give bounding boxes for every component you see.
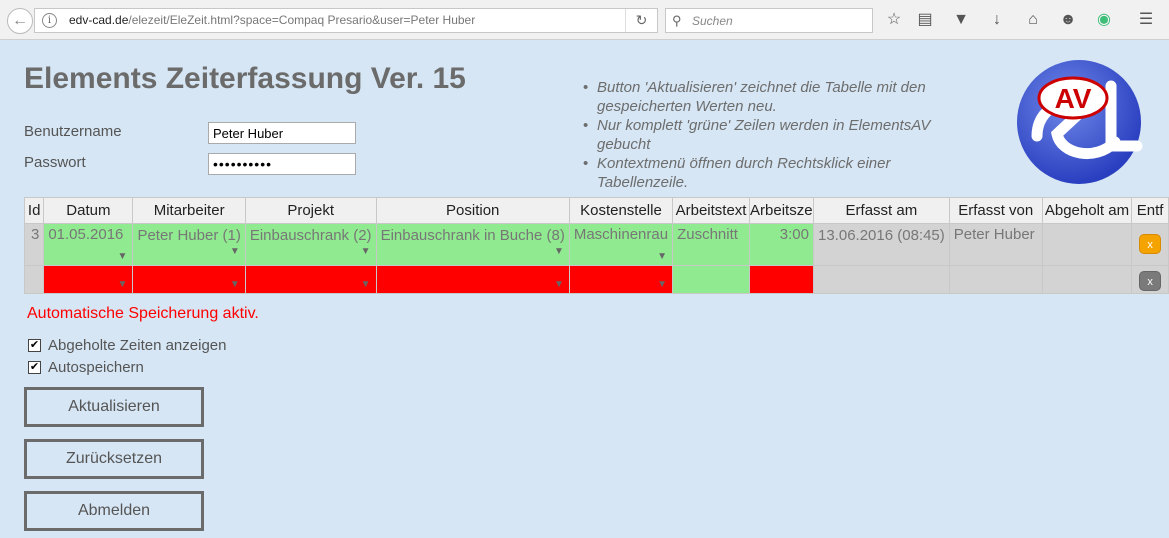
time-entry-table: Id Datum Mitarbeiter Projekt Position Ko… bbox=[23, 197, 1169, 294]
extension-icon[interactable]: ◉ bbox=[1093, 9, 1115, 31]
dropdown-arrow-icon[interactable]: ▼ bbox=[118, 279, 128, 290]
menu-icon[interactable]: ☰ bbox=[1135, 9, 1157, 31]
cell-abgeholt-am bbox=[1041, 223, 1133, 266]
search-bar[interactable]: ⚲ Suchen bbox=[665, 8, 873, 33]
cell-position-value: Einbauschrank in Buche (8) bbox=[380, 227, 565, 244]
cell-kostenstelle[interactable]: ▼ bbox=[568, 265, 674, 294]
chat-icon[interactable]: ☻ bbox=[1057, 9, 1079, 31]
home-icon[interactable]: ⌂ bbox=[1022, 9, 1044, 31]
column-header-mitarbeiter[interactable]: Mitarbeiter bbox=[132, 197, 246, 224]
delete-row-button[interactable]: x bbox=[1139, 271, 1162, 291]
reset-button[interactable]: Zurücksetzen bbox=[24, 439, 204, 479]
cell-erfasst-von bbox=[948, 265, 1043, 294]
dropdown-arrow-icon[interactable]: ▼ bbox=[554, 279, 564, 290]
dropdown-arrow-icon[interactable]: ▼ bbox=[554, 242, 564, 262]
hint-list: Button 'Aktualisieren' zeichnet die Tabe… bbox=[583, 78, 983, 192]
column-header-abgeholt-am[interactable]: Abgeholt am bbox=[1041, 197, 1133, 224]
cell-datum-value: 01.05.2016 bbox=[48, 226, 124, 243]
logo-text: AV bbox=[1055, 83, 1092, 114]
cell-datum[interactable]: ▼ bbox=[43, 265, 134, 294]
url-text: edv-cad.de/elezeit/EleZeit.html?space=Co… bbox=[69, 13, 475, 27]
reading-list-icon[interactable]: ▤ bbox=[914, 9, 936, 31]
dropdown-arrow-icon[interactable]: ▼ bbox=[361, 279, 371, 290]
pocket-icon[interactable]: ▼ bbox=[950, 9, 972, 31]
elements-av-logo: AV bbox=[1017, 60, 1143, 184]
username-label: Benutzername bbox=[24, 123, 122, 140]
autosave-label[interactable]: Autospeichern bbox=[48, 359, 144, 376]
dropdown-arrow-icon[interactable]: ▼ bbox=[657, 251, 667, 262]
username-field[interactable] bbox=[208, 122, 356, 144]
cell-kostenstelle-value: Maschinenrau bbox=[573, 226, 669, 243]
cell-position[interactable]: ▼ bbox=[375, 265, 570, 294]
column-header-entf[interactable]: Entf bbox=[1131, 197, 1169, 224]
cell-projekt[interactable]: Einbauschrank (2) ▼ bbox=[244, 223, 377, 266]
cell-arbeitszeit[interactable]: 3:00 bbox=[749, 223, 814, 266]
cell-datum[interactable]: 01.05.2016 ▼ bbox=[43, 223, 134, 266]
dropdown-arrow-icon[interactable]: ▼ bbox=[230, 279, 240, 290]
cell-arbeitszeit[interactable] bbox=[749, 265, 814, 294]
table-row[interactable]: ▼ ▼ ▼ ▼ ▼ x bbox=[23, 265, 1169, 294]
cell-arbeitstext[interactable]: Zuschnitt bbox=[672, 223, 751, 266]
cell-position[interactable]: Einbauschrank in Buche (8) ▼ bbox=[375, 223, 570, 266]
show-collected-checkbox[interactable]: ✔ bbox=[28, 339, 41, 352]
password-label: Passwort bbox=[24, 154, 86, 171]
url-host: edv-cad.de bbox=[69, 13, 129, 27]
cell-projekt-value: Einbauschrank (2) bbox=[249, 227, 372, 244]
dropdown-arrow-icon[interactable]: ▼ bbox=[361, 242, 371, 262]
dropdown-arrow-icon[interactable]: ▼ bbox=[657, 279, 667, 290]
cell-kostenstelle[interactable]: Maschinenrau ▼ bbox=[568, 223, 674, 266]
url-bar[interactable]: i edv-cad.de/elezeit/EleZeit.html?space=… bbox=[34, 8, 658, 33]
back-icon[interactable]: ← bbox=[7, 8, 33, 34]
hint-item: Nur komplett 'grüne' Zeilen werden in El… bbox=[583, 116, 983, 154]
column-header-arbeitszeit[interactable]: Arbeitsze bbox=[749, 197, 814, 224]
column-header-projekt[interactable]: Projekt bbox=[244, 197, 377, 224]
page-title: Elements Zeiterfassung Ver. 15 bbox=[24, 62, 466, 95]
cell-mitarbeiter-value: Peter Huber (1) bbox=[137, 227, 241, 244]
column-header-erfasst-am[interactable]: Erfasst am bbox=[813, 197, 950, 224]
download-icon[interactable]: ↓ bbox=[986, 9, 1008, 31]
cell-id: 3 bbox=[23, 223, 45, 266]
cell-mitarbeiter[interactable]: ▼ bbox=[132, 265, 246, 294]
cell-entf: x bbox=[1131, 223, 1169, 266]
cell-mitarbeiter[interactable]: Peter Huber (1) ▼ bbox=[132, 223, 246, 266]
autosave-status: Automatische Speicherung aktiv. bbox=[27, 305, 259, 322]
column-header-erfasst-von[interactable]: Erfasst von bbox=[948, 197, 1043, 224]
table-row[interactable]: 3 01.05.2016 ▼ Peter Huber (1) ▼ Einbausch… bbox=[23, 223, 1169, 266]
refresh-button[interactable]: Aktualisieren bbox=[24, 387, 204, 427]
bookmark-star-icon[interactable]: ☆ bbox=[883, 9, 905, 31]
info-icon[interactable]: i bbox=[42, 13, 57, 28]
column-header-arbeitstext[interactable]: Arbeitstext bbox=[672, 197, 751, 224]
cell-arbeitstext[interactable] bbox=[672, 265, 751, 294]
cell-id bbox=[23, 265, 45, 294]
cell-projekt[interactable]: ▼ bbox=[244, 265, 377, 294]
cell-abgeholt-am bbox=[1041, 265, 1133, 294]
cell-erfasst-am: 13.06.2016 (08:45) bbox=[813, 223, 950, 266]
hint-item: Button 'Aktualisieren' zeichnet die Tabe… bbox=[583, 78, 983, 116]
column-header-kostenstelle[interactable]: Kostenstelle bbox=[568, 197, 674, 224]
delete-row-button[interactable]: x bbox=[1139, 234, 1162, 254]
cell-erfasst-von: Peter Huber bbox=[948, 223, 1043, 266]
column-header-datum[interactable]: Datum bbox=[43, 197, 134, 224]
table-header-row: Id Datum Mitarbeiter Projekt Position Ko… bbox=[23, 197, 1169, 224]
search-icon: ⚲ bbox=[672, 13, 682, 28]
column-header-id[interactable]: Id bbox=[23, 197, 45, 224]
logout-button[interactable]: Abmelden bbox=[24, 491, 204, 531]
cell-entf: x bbox=[1131, 265, 1169, 294]
reload-icon[interactable]: ↻ bbox=[625, 9, 657, 32]
column-header-position[interactable]: Position bbox=[375, 197, 570, 224]
password-field[interactable] bbox=[208, 153, 356, 175]
search-input[interactable]: Suchen bbox=[692, 14, 733, 28]
dropdown-arrow-icon[interactable]: ▼ bbox=[230, 242, 240, 262]
browser-toolbar: ← i edv-cad.de/elezeit/EleZeit.html?spac… bbox=[0, 0, 1169, 40]
url-path: /elezeit/EleZeit.html?space=Compaq Presa… bbox=[128, 13, 476, 27]
autosave-checkbox[interactable]: ✔ bbox=[28, 361, 41, 374]
cell-erfasst-am bbox=[813, 265, 950, 294]
dropdown-arrow-icon[interactable]: ▼ bbox=[118, 251, 128, 262]
show-collected-label[interactable]: Abgeholte Zeiten anzeigen bbox=[48, 337, 226, 354]
hint-item: Kontextmenü öffnen durch Rechtsklick ein… bbox=[583, 154, 983, 192]
